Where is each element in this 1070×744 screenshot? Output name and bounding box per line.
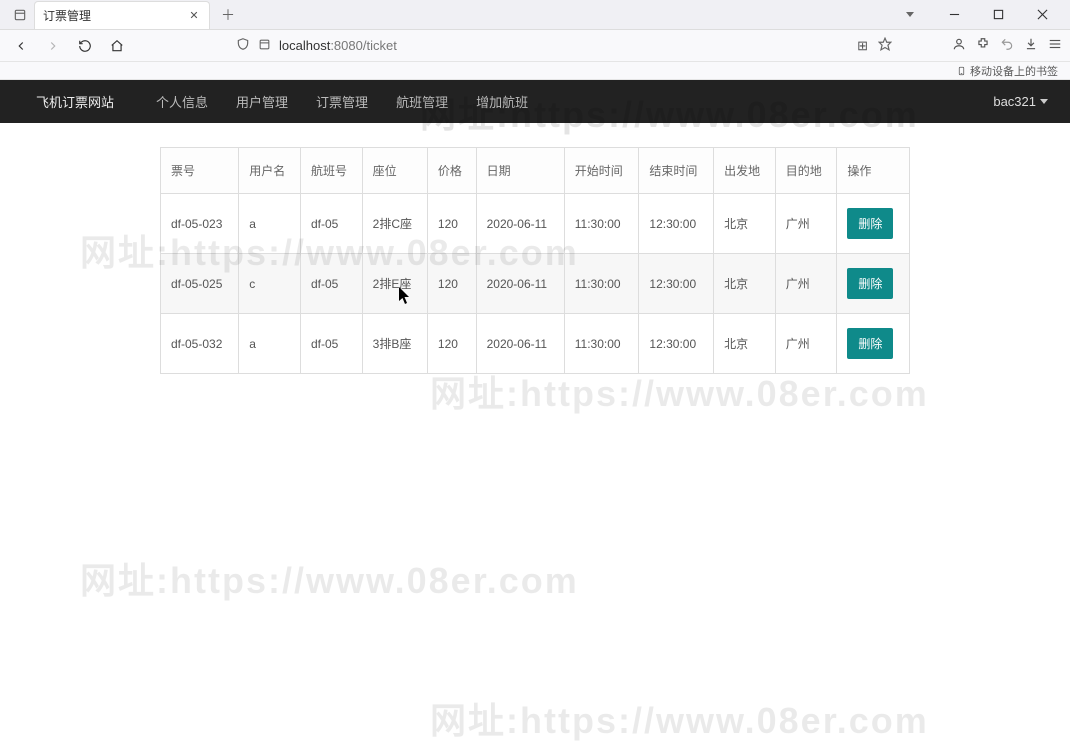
caret-down-icon [1040,99,1048,104]
cell-ticket: df-05-032 [161,314,239,374]
close-tab-icon[interactable]: ✕ [187,8,201,22]
back-button[interactable] [8,33,34,59]
cell-flight: df-05 [300,254,362,314]
address-bar[interactable]: localhost:8080/ticket [236,37,851,54]
delete-button[interactable]: 删除 [847,208,893,239]
site-info-icon[interactable] [258,38,271,54]
cell-date: 2020-06-11 [476,314,564,374]
cell-user: a [239,314,301,374]
col-header: 价格 [427,148,476,194]
cell-ticket: df-05-025 [161,254,239,314]
tabs-dropdown-icon[interactable] [894,2,926,28]
nav-brand[interactable]: 飞机订票网站 [22,80,128,123]
app-nav: 飞机订票网站 个人信息 用户管理 订票管理 航班管理 增加航班 bac321 [0,80,1070,123]
table-row: df-05-023adf-052排C座1202020-06-1111:30:00… [161,194,910,254]
cell-start: 11:30:00 [564,254,639,314]
cell-flight: df-05 [300,194,362,254]
col-header: 开始时间 [564,148,639,194]
cell-actions: 删除 [837,314,910,374]
recent-pages-icon[interactable] [6,8,34,22]
nav-user-dropdown[interactable]: bac321 [993,94,1048,109]
cell-to: 广州 [775,314,837,374]
content-area: 票号用户名航班号座位价格日期开始时间结束时间出发地目的地操作 df-05-023… [0,123,1070,374]
cell-end: 12:30:00 [639,254,714,314]
delete-button[interactable]: 删除 [847,328,893,359]
undo-icon[interactable] [1000,37,1014,54]
col-header: 结束时间 [639,148,714,194]
mobile-bookmarks-link[interactable]: 移动设备上的书签 [957,63,1058,79]
col-header: 日期 [476,148,564,194]
url-host: localhost [279,38,330,53]
nav-ticket-mgmt[interactable]: 订票管理 [302,80,382,123]
col-header: 目的地 [775,148,837,194]
cell-price: 120 [427,194,476,254]
home-button[interactable] [104,33,130,59]
window-minimize-button[interactable] [938,2,970,28]
delete-button[interactable]: 删除 [847,268,893,299]
forward-button[interactable] [40,33,66,59]
cell-start: 11:30:00 [564,194,639,254]
nav-user-mgmt[interactable]: 用户管理 [222,80,302,123]
reload-button[interactable] [72,33,98,59]
cell-actions: 删除 [837,194,910,254]
cell-date: 2020-06-11 [476,194,564,254]
cell-seat: 3排B座 [362,314,427,374]
account-icon[interactable] [952,37,966,54]
ticket-table: 票号用户名航班号座位价格日期开始时间结束时间出发地目的地操作 df-05-023… [160,147,910,374]
cell-price: 120 [427,254,476,314]
mouse-cursor [399,287,411,305]
cell-from: 北京 [714,194,776,254]
extensions-icon[interactable] [976,37,990,54]
browser-toolbar: localhost:8080/ticket ⊞ [0,30,1070,62]
cell-end: 12:30:00 [639,194,714,254]
table-row: df-05-025cdf-052排E座1202020-06-1111:30:00… [161,254,910,314]
col-header: 出发地 [714,148,776,194]
cell-ticket: df-05-023 [161,194,239,254]
col-header: 座位 [362,148,427,194]
cell-date: 2020-06-11 [476,254,564,314]
watermark: 网址:https://www.08er.com [80,552,579,604]
cell-from: 北京 [714,314,776,374]
browser-tab-bar: 订票管理 ✕ ＋ [0,0,1070,30]
url-port: :8080 [330,38,363,53]
watermark: 网址:https://www.08er.com [430,692,929,744]
qr-icon[interactable]: ⊞ [857,38,868,54]
col-header: 操作 [837,148,910,194]
download-icon[interactable] [1024,37,1038,54]
url-path: /ticket [363,38,397,53]
bookmarks-bar: 移动设备上的书签 [0,62,1070,80]
table-row: df-05-032adf-053排B座1202020-06-1111:30:00… [161,314,910,374]
cell-flight: df-05 [300,314,362,374]
col-header: 航班号 [300,148,362,194]
shield-icon[interactable] [236,37,250,54]
cell-price: 120 [427,314,476,374]
cell-to: 广州 [775,254,837,314]
nav-add-flight[interactable]: 增加航班 [462,80,542,123]
menu-icon[interactable] [1048,37,1062,54]
new-tab-button[interactable]: ＋ [216,3,240,27]
col-header: 票号 [161,148,239,194]
col-header: 用户名 [239,148,301,194]
tab-title: 订票管理 [43,7,187,24]
cell-to: 广州 [775,194,837,254]
browser-tab[interactable]: 订票管理 ✕ [34,1,210,29]
cell-start: 11:30:00 [564,314,639,374]
window-maximize-button[interactable] [982,2,1014,28]
cell-user: a [239,194,301,254]
nav-personal-info[interactable]: 个人信息 [142,80,222,123]
cell-from: 北京 [714,254,776,314]
cell-seat: 2排C座 [362,194,427,254]
cell-actions: 删除 [837,254,910,314]
cell-end: 12:30:00 [639,314,714,374]
window-close-button[interactable] [1026,2,1058,28]
cell-seat: 2排E座 [362,254,427,314]
cell-user: c [239,254,301,314]
bookmark-star-icon[interactable] [878,37,892,54]
nav-flight-mgmt[interactable]: 航班管理 [382,80,462,123]
